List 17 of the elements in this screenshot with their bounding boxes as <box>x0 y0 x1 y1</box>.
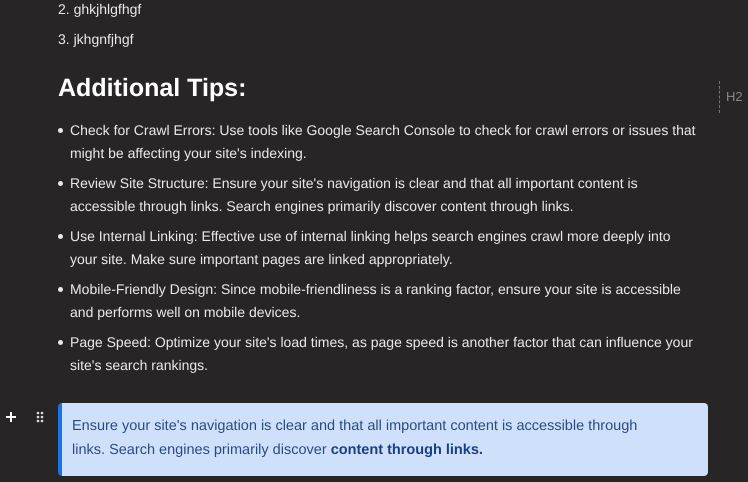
list-item: Page Speed: Optimize your site's load times, as page speed is another factor that can influence your site's search rankings. <box>70 333 694 375</box>
list-item: Check for Crawl Errors: Use tools like Google Search Console to check for crawl errors or issues that might be affecting your site's indexing. <box>70 121 697 163</box>
add-block-icon[interactable] <box>5 411 17 423</box>
list-item: Mobile-Friendly Design: Since mobile-friendliness is a ranking factor, ensure your site is accessible and performs well on mobile devices. <box>70 280 682 322</box>
section-heading: Additional Tips: <box>58 73 248 104</box>
bullet-icon <box>58 128 63 133</box>
bullet-icon <box>58 340 63 345</box>
heading-level-label: H2 <box>726 88 744 106</box>
list-item: 3. jkhgnfjhgf <box>58 30 134 49</box>
bullet-icon <box>58 287 63 292</box>
list-item: 2. ghkjhlgfhgf <box>58 0 142 19</box>
bullet-icon <box>58 181 63 186</box>
list-item: Use Internal Linking: Effective use of internal linking helps search engines crawl more deeply into your site. Make sure important pages are linked appropriately. <box>70 227 672 269</box>
drag-handle-icon[interactable] <box>36 411 44 423</box>
bullet-icon <box>58 234 63 239</box>
list-item: Review Site Structure: Ensure your site's navigation is clear and that all important content is accessible through links. Search engines primarily discover content through links. <box>70 174 639 216</box>
callout-text: Ensure your site's navigation is clear and that all important content is accessible through links. Search engines primarily discover content through links. <box>72 417 638 460</box>
